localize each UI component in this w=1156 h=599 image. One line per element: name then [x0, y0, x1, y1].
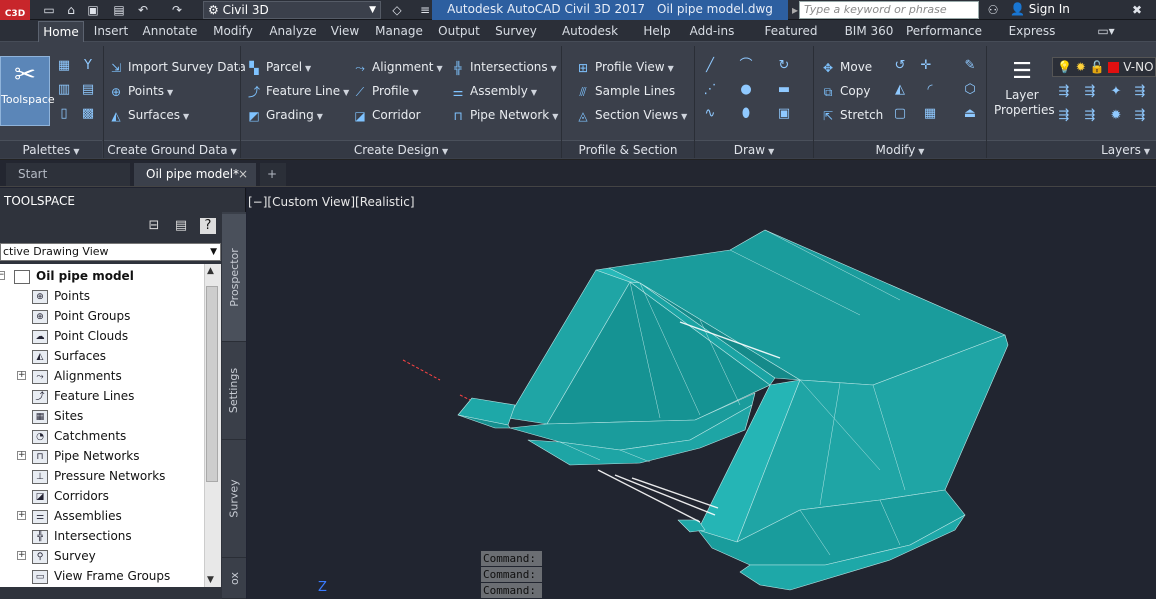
oil-pipe-model-3d: [402, 229, 1009, 591]
command-line[interactable]: Command:: [481, 583, 542, 598]
model-face: [677, 519, 706, 533]
command-line: Command:: [481, 551, 542, 566]
command-line: Command:: [481, 567, 542, 582]
ucs-axis-z: Z: [318, 580, 327, 595]
